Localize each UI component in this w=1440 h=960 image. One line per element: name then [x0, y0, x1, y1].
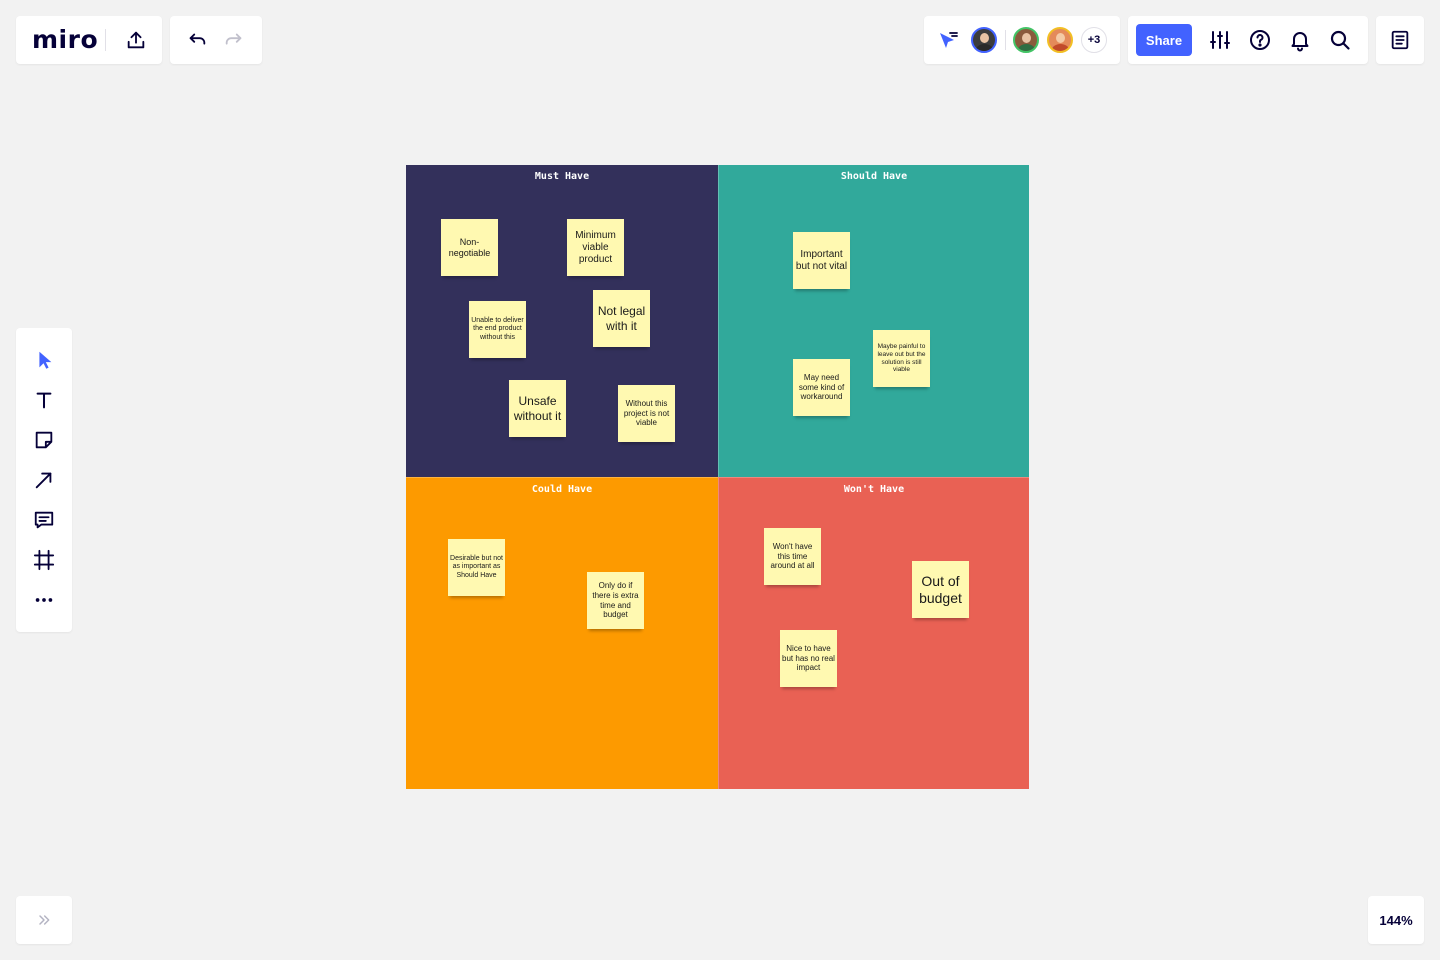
- quadrant-title: Must Have: [534, 171, 590, 182]
- follow-cursor-button[interactable]: [932, 24, 964, 56]
- redo-button[interactable]: [217, 24, 251, 56]
- sliders-icon: [1208, 28, 1232, 52]
- undo-button[interactable]: [180, 24, 214, 56]
- sticky-note[interactable]: Nice to have but has no real impact: [780, 630, 837, 687]
- expand-panel: [16, 896, 72, 944]
- sticky-note[interactable]: Not legal with it: [593, 290, 650, 347]
- undo-icon: [186, 29, 208, 51]
- quadrant-must-have[interactable]: Must Have Non-negotiable Minimum viable …: [406, 165, 718, 477]
- miro-logo[interactable]: miro: [32, 25, 98, 54]
- zoom-level[interactable]: 144%: [1368, 896, 1424, 944]
- sticky-note[interactable]: Without this project is not viable: [618, 385, 675, 442]
- search-icon: [1328, 28, 1352, 52]
- board-settings-button[interactable]: [1204, 24, 1236, 56]
- sticky-note[interactable]: Important but not vital: [793, 232, 850, 289]
- select-tool[interactable]: [28, 344, 60, 376]
- history-panel: [170, 16, 262, 64]
- creation-toolbar: [16, 328, 72, 632]
- brand-panel: miro: [16, 16, 162, 64]
- frame-icon: [33, 549, 55, 571]
- expand-button[interactable]: [28, 904, 60, 936]
- redo-icon: [223, 29, 245, 51]
- sticky-note[interactable]: May need some kind of workaround: [793, 359, 850, 416]
- frame-tool[interactable]: [28, 544, 60, 576]
- avatar[interactable]: [1013, 27, 1039, 53]
- quadrant-should-have[interactable]: Should Have Important but not vital Mayb…: [718, 165, 1029, 477]
- question-circle-icon: [1248, 28, 1272, 52]
- search-button[interactable]: [1324, 24, 1356, 56]
- sticky-note[interactable]: Minimum viable product: [567, 219, 624, 276]
- actions-panel: Share: [1128, 16, 1368, 64]
- help-button[interactable]: [1244, 24, 1276, 56]
- more-collaborators-badge[interactable]: +3: [1081, 27, 1107, 53]
- divider: [1005, 30, 1006, 50]
- avatar[interactable]: [971, 27, 997, 53]
- bell-icon: [1288, 28, 1312, 52]
- quadrant-title: Won't Have: [843, 484, 905, 495]
- sticky-note[interactable]: Desirable but not as important as Should…: [448, 539, 505, 596]
- sticky-note[interactable]: Unsafe without it: [509, 380, 566, 437]
- line-arrow-tool[interactable]: [28, 464, 60, 496]
- comment-tool[interactable]: [28, 504, 60, 536]
- sticky-note[interactable]: Non-negotiable: [441, 219, 498, 276]
- notifications-button[interactable]: [1284, 24, 1316, 56]
- comment-icon: [33, 509, 55, 531]
- notes-panel: [1376, 16, 1424, 64]
- quadrant-title: Could Have: [531, 484, 593, 495]
- more-tools-button[interactable]: [28, 584, 60, 616]
- export-button[interactable]: [120, 24, 152, 56]
- collaborators-panel: +3: [924, 16, 1120, 64]
- moscow-board: Must Have Non-negotiable Minimum viable …: [406, 165, 1029, 789]
- board-notes-button[interactable]: [1384, 24, 1416, 56]
- cursor-follow-icon: [936, 28, 960, 52]
- arrow-line-icon: [33, 469, 55, 491]
- sticky-note-tool[interactable]: [28, 424, 60, 456]
- sticky-note[interactable]: Maybe painful to leave out but the solut…: [873, 330, 930, 387]
- divider: [105, 29, 106, 51]
- quadrant-title: Should Have: [840, 171, 908, 182]
- sticky-note[interactable]: Out of budget: [912, 561, 969, 618]
- double-chevron-right-icon: [36, 912, 52, 928]
- upload-icon: [125, 29, 147, 51]
- text-icon: [33, 389, 55, 411]
- document-icon: [1389, 29, 1411, 51]
- sticky-note[interactable]: Unable to deliver the end product withou…: [469, 301, 526, 358]
- zoom-panel: 144%: [1368, 896, 1424, 944]
- text-tool[interactable]: [28, 384, 60, 416]
- quadrant-could-have[interactable]: Could Have Desirable but not as importan…: [406, 477, 718, 789]
- more-horizontal-icon: [33, 589, 55, 611]
- avatar[interactable]: [1047, 27, 1073, 53]
- select-cursor-icon: [33, 349, 55, 371]
- share-button[interactable]: Share: [1136, 24, 1192, 56]
- sticky-note[interactable]: Won't have this time around at all: [764, 528, 821, 585]
- sticky-note[interactable]: Only do if there is extra time and budge…: [587, 572, 644, 629]
- sticky-note-icon: [33, 429, 55, 451]
- quadrant-wont-have[interactable]: Won't Have Won't have this time around a…: [718, 477, 1029, 789]
